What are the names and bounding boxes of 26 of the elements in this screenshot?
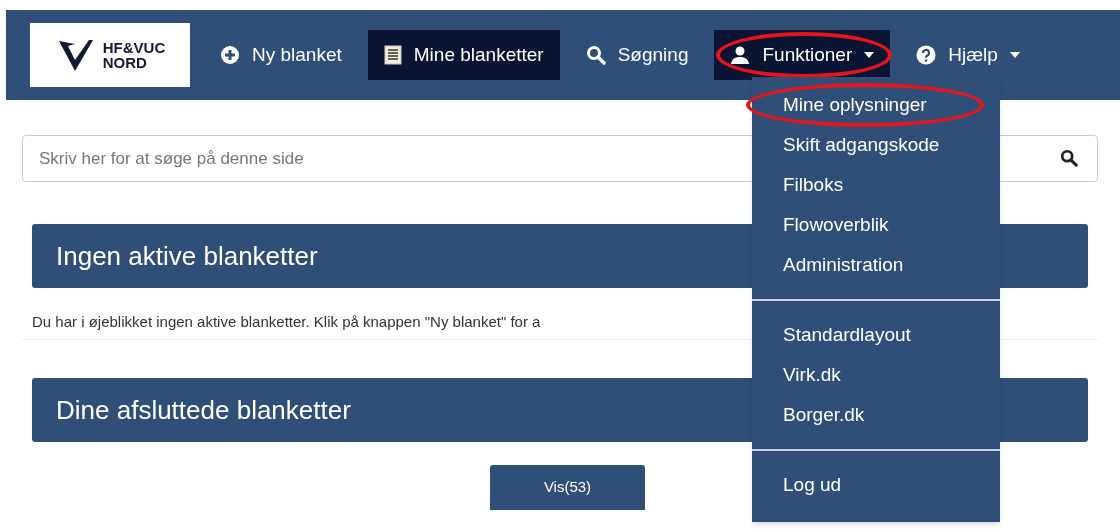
user-icon (730, 45, 751, 65)
menu-item[interactable]: Mine oplysninger (752, 85, 1000, 125)
search-icon[interactable] (1060, 149, 1078, 167)
menu-item[interactable]: Flowoverblik (752, 205, 1000, 245)
show-button[interactable]: Vis(53) (490, 465, 645, 510)
caret-icon (1009, 52, 1020, 58)
nav-item[interactable]: Ny blanket (204, 30, 358, 80)
menu-item[interactable]: Log ud (752, 465, 1000, 505)
caret-icon (864, 52, 875, 58)
logo-text: NORD (102, 55, 148, 70)
section-title: Dine afsluttede blanketter (56, 393, 351, 427)
list-icon (383, 45, 402, 65)
menu-item[interactable]: Standardlayout (752, 315, 1000, 355)
nav-item[interactable]: Mine blanketter (367, 30, 560, 80)
menu-item[interactable]: Virk.dk (752, 355, 1000, 395)
menu-item[interactable]: Administration (752, 245, 1000, 285)
menu-item[interactable]: Borger.dk (752, 395, 1000, 435)
nav-item[interactable]: Søgning (569, 30, 705, 80)
logo-text: HF&VUC (102, 40, 166, 55)
nav-item[interactable]: Funktioner (714, 30, 891, 80)
section-title: Ingen aktive blanketter (56, 239, 318, 273)
message-text: Du har i øjeblikket ingen aktive blanketter. Klik på knappen "Ny blanket" for a (32, 311, 541, 332)
logo[interactable]: HF&VUC NORD (30, 23, 190, 87)
help-icon (916, 45, 937, 65)
search-icon (585, 45, 606, 65)
plus-circle-icon (220, 45, 240, 65)
